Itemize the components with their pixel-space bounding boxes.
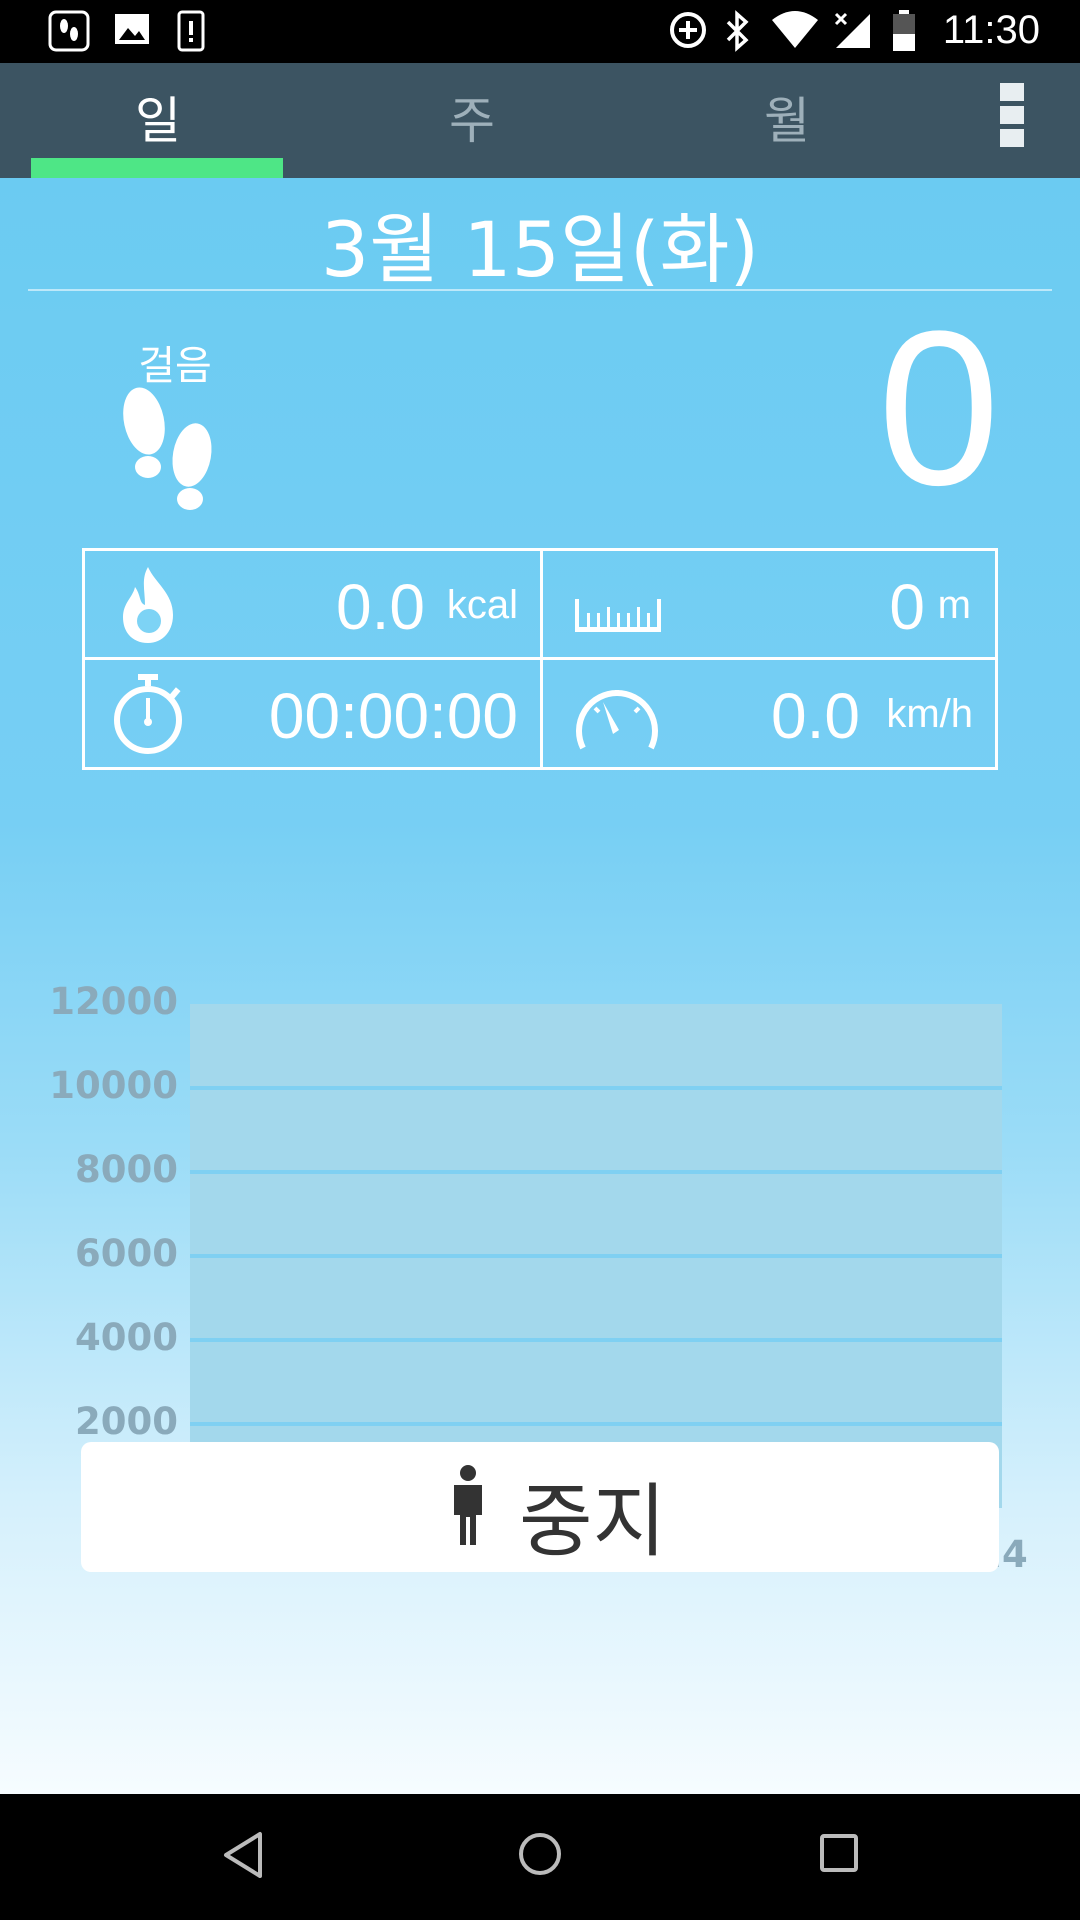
status-bar: 11:30 xyxy=(0,0,1080,63)
stop-button[interactable]: 중지 xyxy=(81,1442,999,1572)
home-icon[interactable] xyxy=(516,1830,564,1878)
chart-gridline xyxy=(190,1422,1002,1426)
speed-stat: 0.0 km/h xyxy=(543,660,995,766)
chart-plot xyxy=(179,1004,1002,1519)
distance-value: 0 xyxy=(889,571,925,643)
ruler-icon xyxy=(575,599,661,632)
no-signal-icon xyxy=(834,12,870,48)
tab-day[interactable]: 일 xyxy=(18,81,298,153)
person-icon xyxy=(454,1465,482,1545)
speed-unit: km/h xyxy=(886,692,973,736)
calories-unit: kcal xyxy=(446,583,518,627)
chart-gridline xyxy=(190,1086,1002,1090)
calories-value: 0.0 xyxy=(336,571,425,643)
flame-icon xyxy=(123,567,173,643)
y-axis-tick-label: 8000 xyxy=(75,1148,178,1191)
battery-icon xyxy=(893,10,915,51)
overflow-menu-icon[interactable] xyxy=(1000,83,1024,147)
chart-gridline xyxy=(190,1338,1002,1342)
y-axis-tick-label: 2000 xyxy=(75,1400,178,1443)
speedometer-icon xyxy=(576,690,658,750)
date-title: 3월 15일(화) xyxy=(320,205,760,294)
chart-gridline xyxy=(190,1170,1002,1174)
data-saver-icon xyxy=(670,12,706,48)
tab-week[interactable]: 주 xyxy=(332,81,612,153)
duration-value: 00:00:00 xyxy=(268,680,518,752)
calories-stat: 0.0 kcal xyxy=(85,551,540,657)
bluetooth-icon xyxy=(726,10,749,52)
distance-stat: 0 m xyxy=(543,551,995,657)
y-axis-tick-label: 10000 xyxy=(49,1064,178,1107)
chart-gridline xyxy=(190,1254,1002,1258)
y-axis-tick-label: 6000 xyxy=(75,1232,178,1275)
image-notification-icon xyxy=(115,14,149,44)
recents-icon[interactable] xyxy=(818,1832,860,1874)
footsteps-icon xyxy=(123,387,212,510)
wifi-icon xyxy=(772,11,818,48)
y-axis-tick-label: 12000 xyxy=(49,980,178,1023)
distance-unit: m xyxy=(937,583,971,627)
step-count: 0 xyxy=(877,285,1000,531)
active-tab-indicator xyxy=(31,158,283,178)
navigation-bar xyxy=(0,1794,1080,1920)
phone-alert-icon xyxy=(177,10,205,52)
duration-stat: 00:00:00 xyxy=(85,660,540,766)
tab-month[interactable]: 월 xyxy=(647,81,927,153)
footsteps-notification-icon xyxy=(48,10,90,52)
main-content: 3월 15일(화) 걸음 0 0.0 kcal 0 m 00:00:00 0.0… xyxy=(0,178,1080,1794)
y-axis-tick-label: 4000 xyxy=(75,1316,178,1359)
back-icon[interactable] xyxy=(220,1830,266,1880)
speed-value: 0.0 xyxy=(771,680,860,752)
stats-grid: 0.0 kcal 0 m 00:00:00 0.0 km/h xyxy=(82,548,998,770)
stop-button-label: 중지 xyxy=(519,1475,667,1568)
stopwatch-icon xyxy=(114,674,182,754)
status-time: 11:30 xyxy=(942,8,1040,52)
